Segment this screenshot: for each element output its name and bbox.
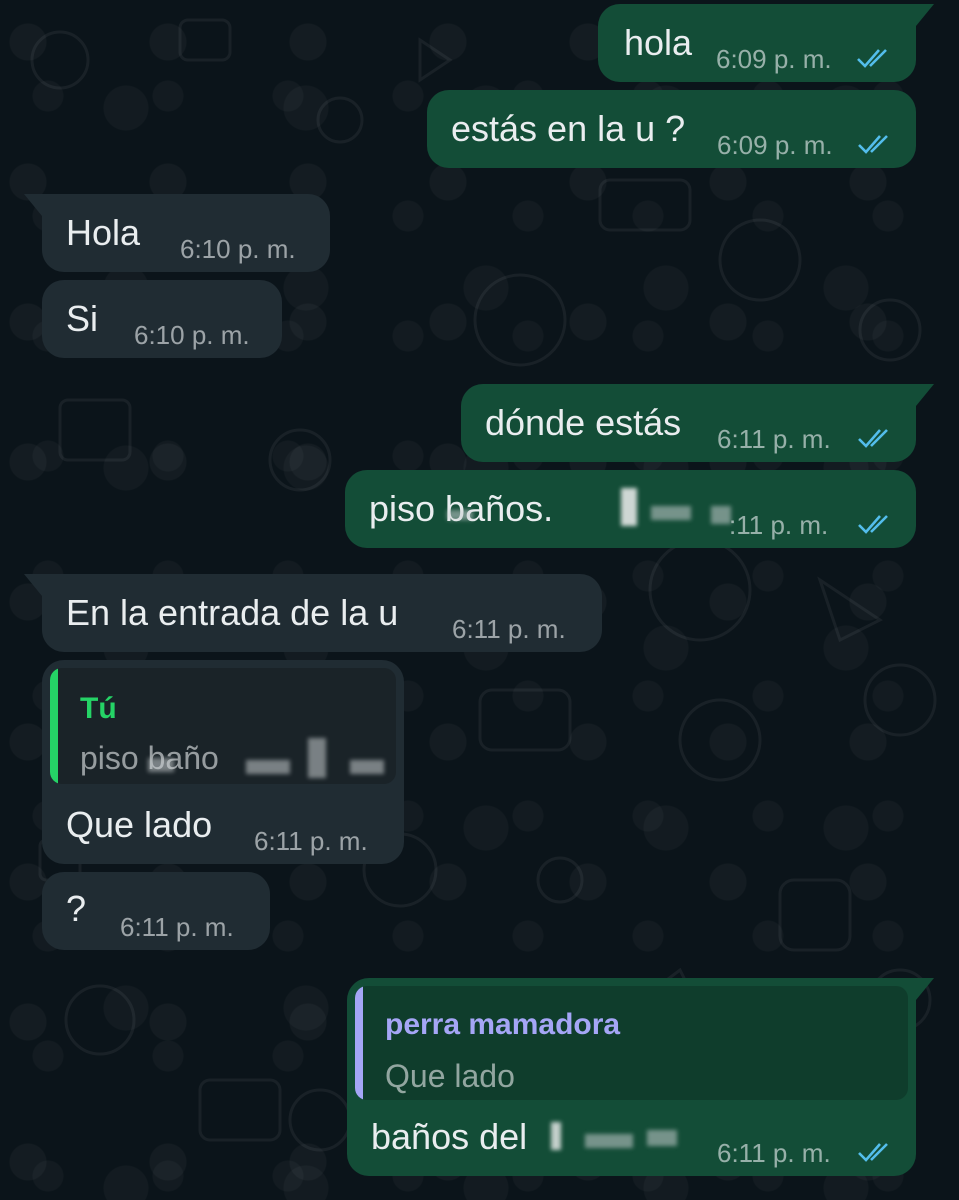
message-text: hola [624, 22, 693, 63]
redaction [585, 1134, 633, 1148]
message-time: 6:09 p. m. [716, 44, 832, 74]
message-outgoing[interactable]: hola 6:09 p. m. [598, 4, 934, 82]
message-text: dónde estás [485, 402, 682, 443]
read-receipt-icon [858, 429, 888, 448]
message-text: Si [66, 298, 99, 339]
read-receipt-icon [857, 49, 887, 68]
read-receipt-icon [858, 135, 888, 154]
message-time: 6:10 p. m. [180, 234, 296, 264]
message-outgoing[interactable]: dónde estás 6:11 p. m. [461, 384, 934, 462]
redaction [447, 510, 473, 520]
quote-accent-bar [355, 986, 363, 1100]
message-incoming[interactable]: Hola 6:10 p. m. [24, 194, 330, 272]
message-time: 6:11 p. m. [452, 614, 566, 644]
message-text: Que lado [66, 804, 213, 845]
message-text: En la entrada de la u [66, 592, 399, 633]
quoted-message[interactable]: perra mamadora Que lado [355, 986, 908, 1100]
redaction [711, 506, 731, 524]
message-outgoing[interactable]: piso baños. :11 p. m. [345, 470, 916, 548]
message-outgoing[interactable]: estás en la u ? 6:09 p. m. [427, 90, 916, 168]
message-outgoing-reply[interactable]: perra mamadora Que lado baños del 6:11 p… [347, 978, 934, 1176]
message-text: ? [66, 888, 87, 929]
redaction [350, 760, 384, 774]
message-time: 6:11 p. m. [717, 1138, 831, 1168]
message-text: baños del [371, 1116, 528, 1157]
message-time: :11 p. m. [729, 510, 829, 540]
quote-author: Tú [80, 692, 117, 725]
message-time: 6:10 p. m. [134, 320, 250, 350]
redaction [246, 760, 290, 774]
message-time: 6:11 p. m. [254, 826, 368, 856]
redaction [551, 1122, 561, 1150]
quote-accent-bar [50, 668, 58, 784]
redaction [621, 488, 637, 526]
message-text: piso baños. [369, 488, 554, 529]
message-incoming[interactable]: En la entrada de la u 6:11 p. m. [24, 574, 602, 652]
message-incoming-reply[interactable]: Tú piso baño Que lado 6:11 p. m. [42, 660, 404, 864]
read-receipt-icon [858, 1143, 888, 1162]
message-incoming[interactable]: Si 6:10 p. m. [42, 280, 282, 358]
message-incoming[interactable]: ? 6:11 p. m. [42, 872, 270, 950]
message-text: Hola [66, 212, 141, 253]
read-receipt-icon [858, 515, 888, 534]
redaction [651, 506, 691, 520]
message-text: estás en la u ? [451, 108, 686, 149]
quote-text: Que lado [385, 1058, 515, 1094]
quoted-message[interactable]: Tú piso baño [50, 668, 396, 784]
quote-author: perra mamadora [385, 1008, 621, 1041]
message-time: 6:11 p. m. [717, 424, 831, 454]
redaction [308, 738, 326, 778]
message-time: 6:09 p. m. [717, 130, 833, 160]
redaction [647, 1130, 677, 1146]
message-time: 6:11 p. m. [120, 912, 234, 942]
redaction [148, 758, 174, 772]
